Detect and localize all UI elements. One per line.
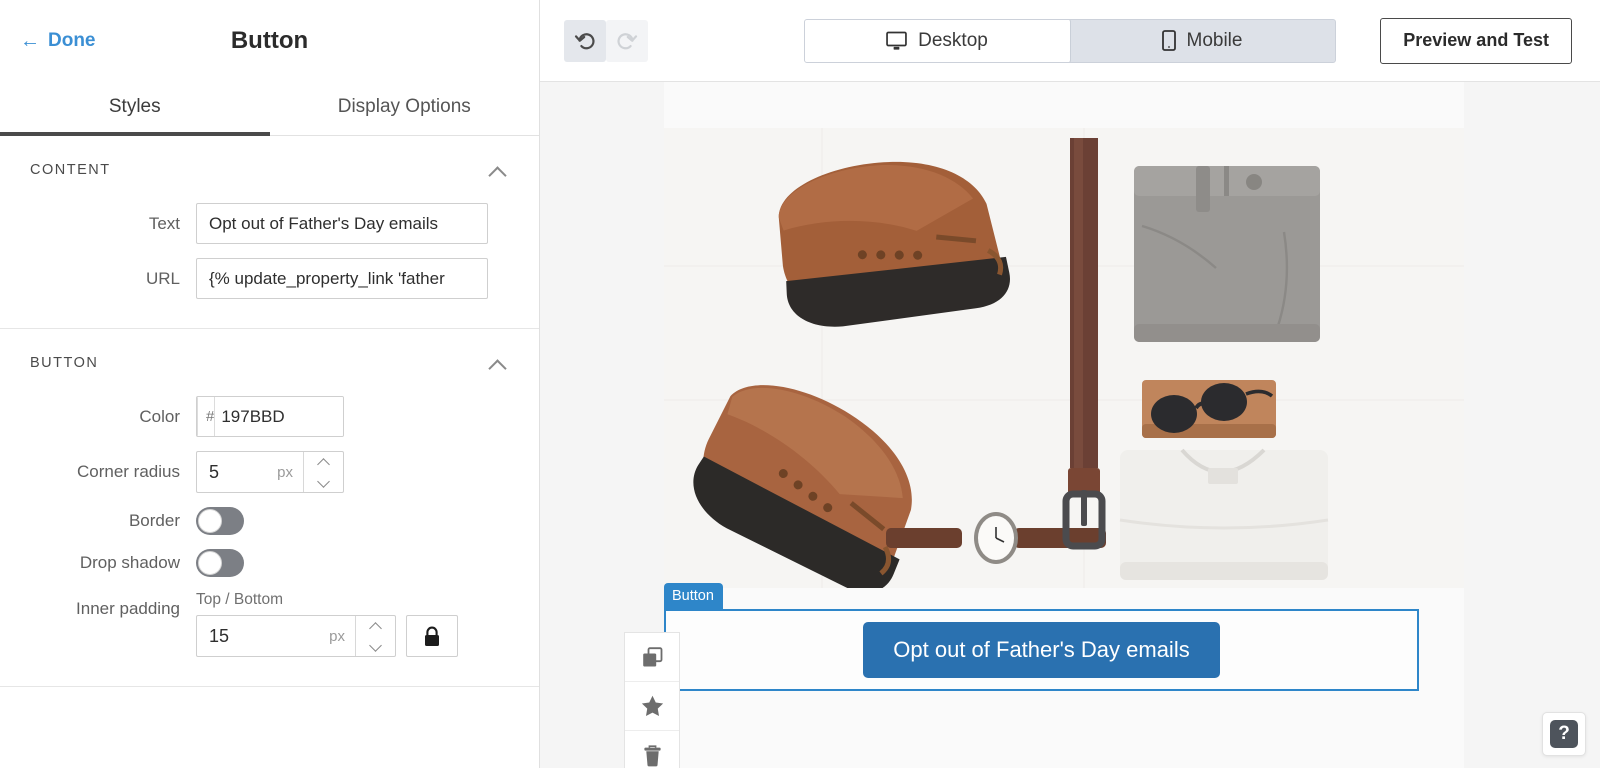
chevron-down-icon [370, 642, 382, 650]
border-toggle[interactable] [196, 507, 244, 535]
selected-button-block[interactable]: Button Opt out of Father's Day emails [664, 609, 1419, 691]
arrow-left-icon: ← [20, 31, 40, 51]
chevron-up-icon [370, 622, 382, 630]
field-url: URL [0, 251, 539, 306]
field-drop-shadow: Drop shadow [0, 542, 539, 584]
padding-lock-button[interactable] [406, 615, 458, 657]
field-text: Text [0, 196, 539, 251]
cta-button[interactable]: Opt out of Father's Day emails [863, 622, 1219, 678]
corner-radius-label: Corner radius [0, 462, 196, 482]
inner-padding-unit: px [329, 616, 355, 656]
device-preview-switch: Desktop Mobile [804, 19, 1336, 63]
duplicate-icon [642, 647, 663, 668]
email-canvas[interactable]: Button Opt out of Father's Day emails [540, 82, 1600, 768]
section-button-header[interactable]: BUTTON [0, 329, 539, 389]
delete-block-button[interactable] [625, 731, 679, 768]
lock-icon [423, 626, 441, 647]
chevron-up-icon[interactable] [489, 165, 507, 176]
corner-radius-increment[interactable] [304, 452, 343, 472]
tab-styles-label: Styles [109, 96, 161, 118]
url-input[interactable] [196, 258, 488, 299]
inner-padding-spinner[interactable] [355, 616, 395, 656]
app-root: ← Done Button Styles Display Options CON… [0, 0, 1600, 768]
email-body: Button Opt out of Father's Day emails [664, 82, 1464, 768]
inner-padding-decrement[interactable] [356, 636, 395, 656]
tab-desktop-label: Desktop [918, 30, 988, 52]
panel-header: ← Done Button [0, 0, 539, 82]
section-button-title: BUTTON [30, 355, 98, 371]
desktop-icon [886, 31, 907, 51]
border-label: Border [0, 511, 196, 531]
block-action-toolbar [624, 632, 680, 768]
section-content: CONTENT Text URL [0, 136, 539, 329]
flatlay-mens-outfit-illustration [664, 128, 1464, 588]
question-mark-icon: ? [1550, 720, 1578, 748]
toggle-knob [198, 509, 222, 533]
redo-icon [615, 29, 639, 53]
color-hash-symbol: # [197, 397, 214, 436]
preview-and-test-button[interactable]: Preview and Test [1380, 18, 1572, 64]
section-content-header[interactable]: CONTENT [0, 136, 539, 196]
field-inner-padding: Inner padding Top / Bottom px [0, 584, 539, 664]
undo-icon [573, 29, 597, 53]
properties-panel: ← Done Button Styles Display Options CON… [0, 0, 540, 768]
inner-padding-input[interactable] [197, 616, 329, 656]
inner-padding-increment[interactable] [356, 616, 395, 636]
undo-button[interactable] [564, 20, 606, 62]
section-button: BUTTON Color # Corner radius px [0, 329, 539, 687]
panel-tabs: Styles Display Options [0, 82, 539, 136]
corner-radius-stepper[interactable]: px [196, 451, 344, 493]
tab-mobile[interactable]: Mobile [1069, 20, 1335, 62]
tab-styles[interactable]: Styles [0, 82, 270, 135]
chevron-up-icon[interactable] [489, 358, 507, 369]
url-field-label: URL [0, 269, 196, 289]
inner-padding-sublabel: Top / Bottom [196, 591, 458, 609]
inner-padding-group: Top / Bottom px [196, 591, 458, 657]
chevron-up-icon [318, 458, 330, 466]
chevron-down-icon [318, 478, 330, 486]
inner-padding-stepper[interactable]: px [196, 615, 396, 657]
tab-mobile-label: Mobile [1187, 30, 1243, 52]
tab-display-options-label: Display Options [338, 96, 471, 118]
tab-display-options[interactable]: Display Options [270, 82, 540, 135]
done-label: Done [48, 30, 96, 52]
help-button[interactable]: ? [1542, 712, 1586, 756]
mobile-icon [1162, 30, 1176, 51]
corner-radius-decrement[interactable] [304, 472, 343, 492]
editor-area: Desktop Mobile Preview and Test [540, 0, 1600, 768]
block-type-tag: Button [664, 583, 723, 610]
favorite-block-button[interactable] [625, 682, 679, 731]
inner-padding-controls: px [196, 615, 458, 657]
color-picker[interactable]: # [196, 396, 344, 437]
drop-shadow-toggle[interactable] [196, 549, 244, 577]
redo-button[interactable] [606, 20, 648, 62]
color-field-label: Color [0, 407, 196, 427]
editor-toolbar: Desktop Mobile Preview and Test [540, 0, 1600, 82]
section-content-title: CONTENT [30, 162, 111, 178]
text-field-label: Text [0, 214, 196, 234]
tab-desktop[interactable]: Desktop [804, 19, 1070, 63]
hero-image[interactable] [664, 128, 1464, 588]
inner-padding-label: Inner padding [0, 591, 196, 619]
field-border: Border [0, 500, 539, 542]
duplicate-block-button[interactable] [625, 633, 679, 682]
field-corner-radius: Corner radius px [0, 444, 539, 500]
color-hex-input[interactable] [214, 397, 344, 436]
toggle-knob [198, 551, 222, 575]
done-back-button[interactable]: ← Done [20, 30, 96, 52]
corner-radius-unit: px [277, 452, 303, 492]
corner-radius-spinner[interactable] [303, 452, 343, 492]
text-input[interactable] [196, 203, 488, 244]
star-icon [641, 695, 664, 717]
drop-shadow-label: Drop shadow [0, 553, 196, 573]
trash-icon [643, 745, 662, 767]
field-color: Color # [0, 389, 539, 444]
corner-radius-input[interactable] [197, 452, 277, 492]
